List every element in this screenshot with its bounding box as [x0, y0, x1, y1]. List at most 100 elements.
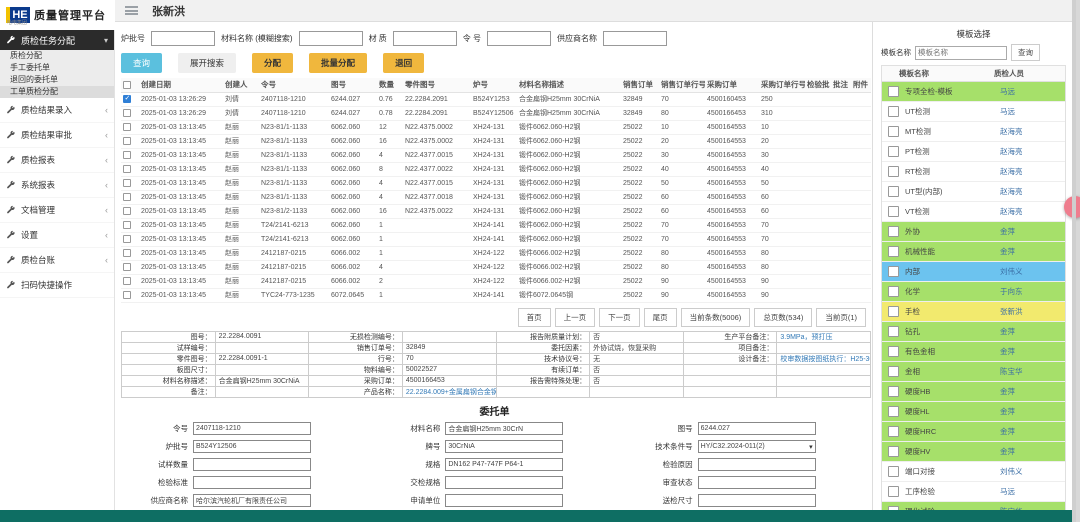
form-input[interactable]: [193, 476, 311, 489]
template-row[interactable]: 硬度HRC金萍: [882, 422, 1065, 442]
inspector-name[interactable]: 金萍: [1000, 386, 1015, 397]
table-row[interactable]: 2025-01-03 13:13:45赵丽N23-81/1-11336062.0…: [121, 148, 871, 162]
table-row[interactable]: 2025-01-03 13:13:45赵丽N23-81/1-11336062.0…: [121, 134, 871, 148]
template-checkbox[interactable]: [888, 246, 899, 257]
form-input[interactable]: [193, 440, 311, 453]
filter-input[interactable]: [299, 31, 363, 46]
inspector-name[interactable]: 刘伟义: [1000, 466, 1023, 477]
table-row[interactable]: 2025-01-03 13:13:45赵丽2412187-02156066.00…: [121, 246, 871, 260]
template-row[interactable]: 内部刘伟义: [882, 262, 1065, 282]
order-link-cell[interactable]: N23-81/1-1133: [259, 190, 329, 204]
table-row[interactable]: 2025-01-03 13:13:45赵丽N23-81/1-11336062.0…: [121, 190, 871, 204]
filter-input[interactable]: [487, 31, 551, 46]
inspector-name[interactable]: 马远: [1000, 486, 1015, 497]
inspector-name[interactable]: 马远: [1000, 86, 1015, 97]
sidebar-section-tasks[interactable]: 质检任务分配 ▾: [0, 30, 114, 50]
pager-button[interactable]: 上一页: [555, 308, 596, 327]
inspector-name[interactable]: 马远: [1000, 106, 1015, 117]
row-checkbox[interactable]: [123, 263, 131, 271]
template-checkbox[interactable]: [888, 126, 899, 137]
template-checkbox[interactable]: [888, 326, 899, 337]
template-row[interactable]: 化学于向东: [882, 282, 1065, 302]
inspector-name[interactable]: 金萍: [1000, 446, 1015, 457]
row-checkbox[interactable]: [123, 123, 131, 131]
inspector-name[interactable]: 赵海亮: [1000, 166, 1023, 177]
order-link-cell[interactable]: N23-81/1-1133: [259, 148, 329, 162]
template-row[interactable]: 端口对接刘伟义: [882, 462, 1065, 482]
template-row[interactable]: 机械性能金萍: [882, 242, 1065, 262]
sidebar-item[interactable]: 质检台账‹: [0, 248, 114, 273]
order-link-cell[interactable]: T24/2141-6213: [259, 218, 329, 232]
inspector-name[interactable]: 陈宝华: [1000, 366, 1023, 377]
order-link-cell[interactable]: TYC24-773-1235: [259, 288, 329, 302]
table-row[interactable]: 2025-01-03 13:13:45赵丽N23-81/1-11336062.0…: [121, 120, 871, 134]
template-row[interactable]: 硬度HB金萍: [882, 382, 1065, 402]
inspector-name[interactable]: 刘伟义: [1000, 266, 1023, 277]
template-row[interactable]: 有色金相金萍: [882, 342, 1065, 362]
hamburger-menu-icon[interactable]: [125, 6, 138, 15]
order-link-cell[interactable]: N23-81/2-1133: [259, 204, 329, 218]
table-row[interactable]: 2025-01-03 13:13:45赵丽N23-81/2-11336062.0…: [121, 204, 871, 218]
template-row[interactable]: 专项全检-模板马远: [882, 82, 1065, 102]
inspector-name[interactable]: 金萍: [1000, 246, 1015, 257]
sidebar-item[interactable]: 文档管理‹: [0, 198, 114, 223]
row-checkbox[interactable]: [123, 137, 131, 145]
template-checkbox[interactable]: [888, 346, 899, 357]
order-link-cell[interactable]: 2407118-1210: [259, 92, 329, 106]
template-checkbox[interactable]: [888, 446, 899, 457]
sidebar-item[interactable]: 质检报表‹: [0, 148, 114, 173]
sidebar-item[interactable]: 设置‹: [0, 223, 114, 248]
form-input[interactable]: [193, 458, 311, 471]
template-checkbox[interactable]: [888, 426, 899, 437]
sidebar-subitem[interactable]: 工单质检分配: [0, 86, 114, 98]
row-checkbox[interactable]: [123, 179, 131, 187]
filter-input[interactable]: [393, 31, 457, 46]
template-checkbox[interactable]: [888, 106, 899, 117]
template-row[interactable]: 钻孔金萍: [882, 322, 1065, 342]
form-input[interactable]: [445, 494, 563, 507]
template-row[interactable]: 硬度HL金萍: [882, 402, 1065, 422]
template-row[interactable]: PT检测赵海亮: [882, 142, 1065, 162]
template-row[interactable]: MT检测赵海亮: [882, 122, 1065, 142]
row-checkbox[interactable]: [123, 151, 131, 159]
order-link-cell[interactable]: N23-81/1-1133: [259, 120, 329, 134]
sidebar-subitem[interactable]: 退回的委托单: [0, 74, 114, 86]
sidebar-item[interactable]: 质检结果录入‹: [0, 98, 114, 123]
pager-button[interactable]: 尾页: [644, 308, 677, 327]
toolbar-button[interactable]: 分配: [252, 53, 293, 73]
template-checkbox[interactable]: [888, 386, 899, 397]
order-link-cell[interactable]: N23-81/1-1133: [259, 134, 329, 148]
template-checkbox[interactable]: [888, 406, 899, 417]
form-input[interactable]: [193, 422, 311, 435]
panel-search-button[interactable]: 查询: [1011, 44, 1040, 61]
table-row[interactable]: 2025-01-03 13:13:45赵丽T24/2141-62136062.0…: [121, 218, 871, 232]
form-input[interactable]: [445, 458, 563, 471]
filter-input[interactable]: [603, 31, 667, 46]
template-checkbox[interactable]: [888, 206, 899, 217]
sidebar-item[interactable]: 扫码快捷操作: [0, 273, 114, 298]
template-checkbox[interactable]: [888, 286, 899, 297]
table-row[interactable]: 2025-01-03 13:13:45赵丽N23-81/1-11336062.0…: [121, 176, 871, 190]
form-input[interactable]: [698, 476, 816, 489]
table-row[interactable]: 2025-01-03 13:13:45赵丽TYC24-773-12356072.…: [121, 288, 871, 302]
form-input[interactable]: [445, 440, 563, 453]
sidebar-subitem[interactable]: 手工委托单: [0, 62, 114, 74]
template-row[interactable]: UT检测马远: [882, 102, 1065, 122]
pager-button[interactable]: 当前条数(5006): [681, 308, 751, 327]
form-input[interactable]: [698, 494, 816, 507]
form-input[interactable]: [445, 476, 563, 489]
order-link-cell[interactable]: N23-81/1-1133: [259, 162, 329, 176]
template-checkbox[interactable]: [888, 366, 899, 377]
template-row[interactable]: RT检测赵海亮: [882, 162, 1065, 182]
row-checkbox[interactable]: [123, 235, 131, 243]
template-checkbox[interactable]: [888, 166, 899, 177]
table-row[interactable]: 2025-01-03 13:26:29刘倩2407118-12106244.02…: [121, 106, 871, 120]
table-row[interactable]: 2025-01-03 13:13:45赵丽2412187-02156066.00…: [121, 274, 871, 288]
template-checkbox[interactable]: [888, 486, 899, 497]
row-checkbox[interactable]: [123, 249, 131, 257]
order-link-cell[interactable]: T24/2141-6213: [259, 232, 329, 246]
inspector-name[interactable]: 金萍: [1000, 226, 1015, 237]
toolbar-button[interactable]: 批量分配: [309, 53, 367, 73]
table-row[interactable]: 2025-01-03 13:13:45赵丽N23-81/1-11336062.0…: [121, 162, 871, 176]
table-row[interactable]: 2025-01-03 13:13:45赵丽T24/2141-62136062.0…: [121, 232, 871, 246]
